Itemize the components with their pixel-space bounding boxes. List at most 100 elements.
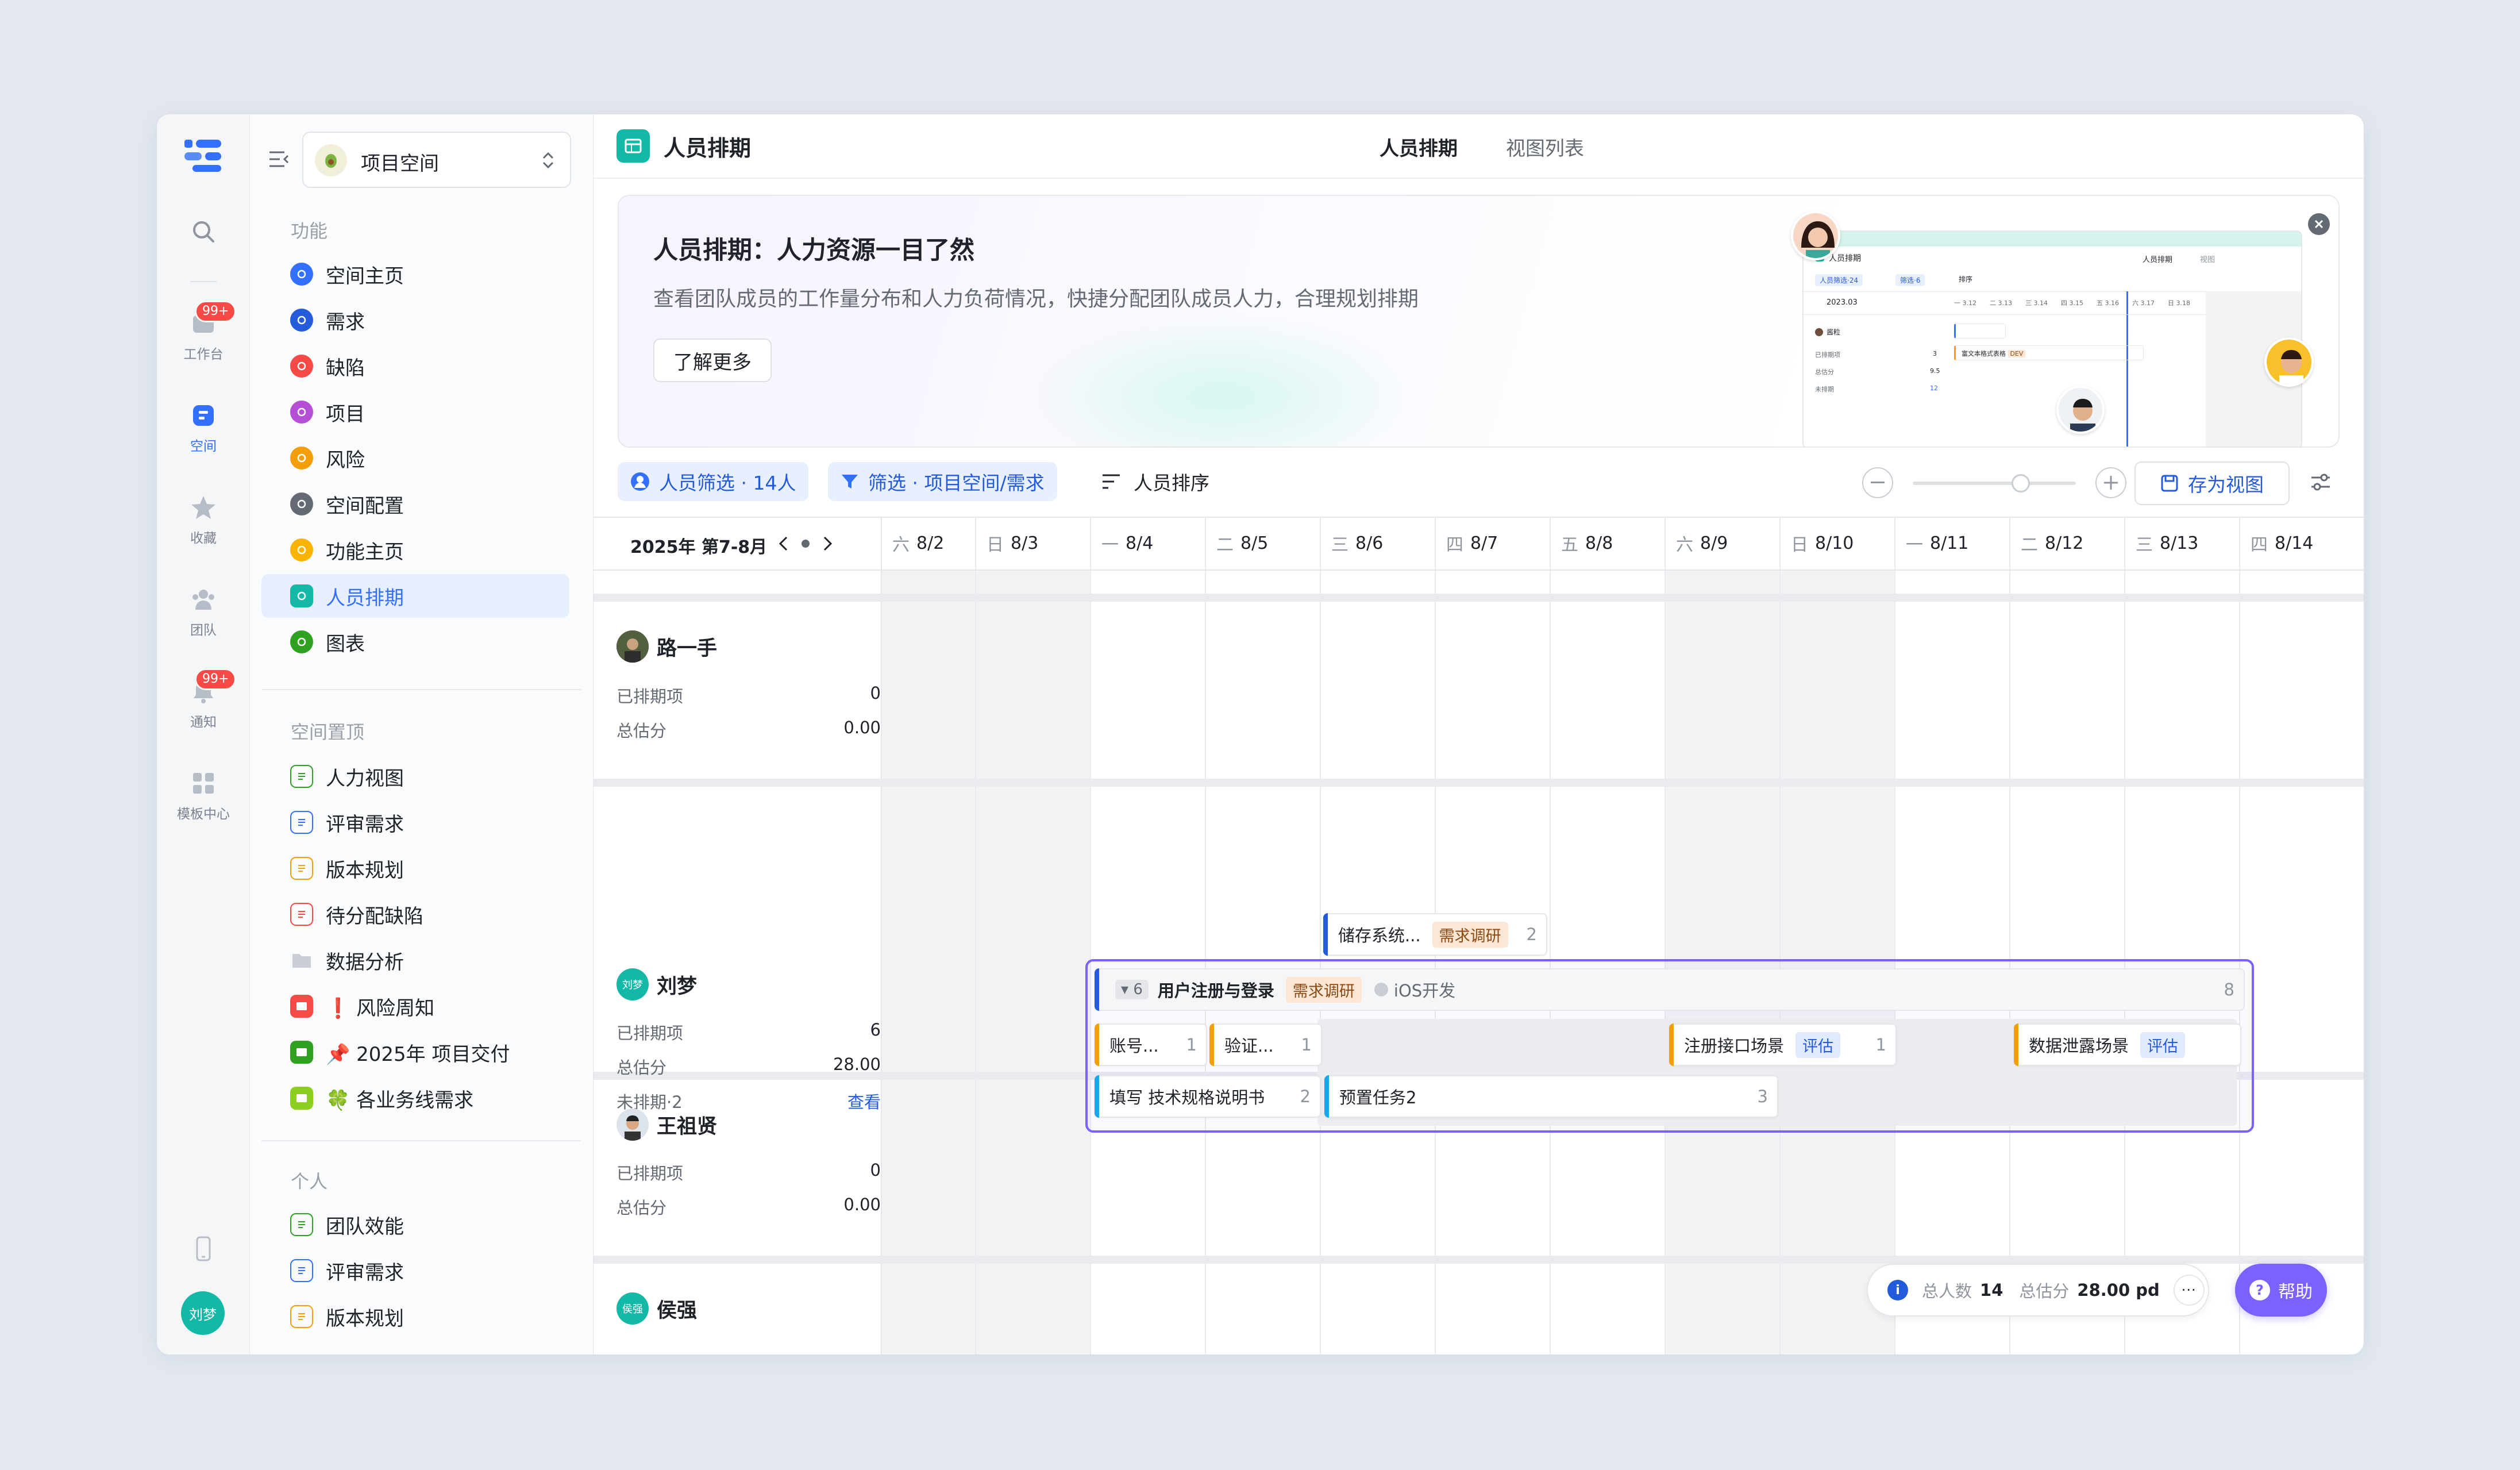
sidebar-item-func-5[interactable]: 空间配置 (261, 482, 569, 526)
sidebar-item-pinned-3[interactable]: 待分配缺陷 (261, 892, 569, 936)
next-period-icon[interactable] (820, 534, 836, 553)
sidebar-item-pinned-2[interactable]: 版本规划 (261, 846, 569, 890)
rail-label: 团队 (190, 623, 217, 638)
app-logo[interactable] (184, 138, 222, 173)
task-bar[interactable]: 验证... 1 (1209, 1023, 1322, 1066)
help-label: 帮助 (2278, 1282, 2313, 1302)
sidebar-item-func-4[interactable]: 风险 (261, 436, 569, 480)
app-window: 工作台 99+ 空间 收藏 团队 通知 99+ 模板中心 刘梦 项目空间 功能 … (157, 114, 2364, 1354)
sidebar-item-func-6[interactable]: 功能主页 (261, 528, 569, 572)
user-avatar[interactable]: 刘梦 (181, 1291, 225, 1335)
sidebar-item-func-0[interactable]: 空间主页 (261, 252, 569, 296)
prev-period-icon[interactable] (775, 534, 791, 553)
zoom-out-icon[interactable] (1862, 467, 1893, 498)
help-icon: ? (2249, 1280, 2270, 1300)
rail-notifications[interactable]: 通知 99+ (157, 668, 250, 730)
help-button[interactable]: ? 帮助 (2235, 1264, 2327, 1317)
sidebar-item-func-7[interactable]: 人员排期 (261, 574, 569, 618)
sidebar-item-personal-2[interactable]: 版本规划 (261, 1295, 569, 1338)
sidebar-item-pinned-1[interactable]: 评审需求 (261, 801, 569, 844)
today-dot-icon[interactable] (802, 540, 810, 548)
rail-team[interactable]: 团队 (157, 586, 250, 638)
date-label: 8/7 (1470, 533, 1498, 553)
sidebar-item-func-8[interactable]: 图表 (261, 620, 569, 664)
sidebar-item-func-2[interactable]: 缺陷 (261, 344, 569, 388)
stat-estimate: 总估分 28.00 (616, 1055, 881, 1079)
day-column (881, 569, 975, 1354)
stat-label: 已排期项 (616, 687, 684, 706)
task-bar[interactable]: 注册接口场景 评估 1 (1669, 1023, 1897, 1066)
zoom-slider-handle[interactable] (2012, 474, 2030, 492)
task-bar[interactable]: 账号... 1 (1095, 1023, 1207, 1066)
section-title: 个人 (291, 1171, 328, 1192)
nav-label: 版本规划 (326, 1307, 404, 1330)
nav-label: 📌 2025年 项目交付 (326, 1042, 510, 1066)
stat-scheduled: 已排期项 0 (616, 683, 881, 707)
task-bar[interactable]: 预置任务2 3 (1324, 1075, 1778, 1118)
rail-workbench[interactable]: 工作台 99+ (157, 301, 250, 363)
task-bar[interactable]: 填写 技术规格说明书 2 (1095, 1075, 1321, 1118)
preview-tab: 人员排期 (2143, 256, 2173, 264)
tab-view-list[interactable]: 视图列表 (1506, 133, 1584, 161)
search-icon[interactable] (157, 218, 250, 251)
preview-day: 五 3.16 (2097, 299, 2119, 307)
preview-chip: 排序 (1959, 275, 1973, 283)
member-filter-button[interactable]: 人员筛选 · 14人 (618, 462, 809, 501)
person-name[interactable]: 侯强 侯强 (616, 1292, 697, 1325)
zoom-in-icon[interactable] (2095, 467, 2126, 498)
rail-templates[interactable]: 模板中心 (157, 769, 250, 822)
person-name[interactable]: 刘梦 刘梦 (616, 968, 697, 1000)
date-label: 8/9 (1700, 533, 1728, 553)
close-banner-icon[interactable] (2308, 213, 2330, 235)
task-bar[interactable]: 数据泄露场景 评估 (2014, 1023, 2241, 1066)
nav-label: 需求 (326, 310, 365, 334)
sidebar-item-pinned-0[interactable]: 人力视图 (261, 755, 569, 798)
avatar (616, 1109, 649, 1141)
weekday-label: 二 (1216, 535, 1234, 555)
rail-favorites[interactable]: 收藏 (157, 494, 250, 547)
space-name: 项目空间 (361, 152, 439, 175)
sort-button[interactable]: 人员排序 (1089, 462, 1222, 501)
nav-icon (290, 263, 313, 286)
day-column (975, 569, 1090, 1354)
group-count[interactable]: ▾ 6 (1115, 980, 1149, 999)
list-view-icon (290, 1305, 313, 1328)
filter-button[interactable]: 筛选 · 项目空间/需求 (828, 462, 1057, 501)
preview-day: 二 3.13 (1990, 299, 2012, 307)
rail-label: 空间 (190, 439, 217, 454)
sidebar: 项目空间 功能 空间主页 需求 缺陷 项目 风险 空间配置 功能主页 人员排期 图表 空间置顶 … (250, 114, 594, 1354)
sidebar-item-func-1[interactable]: 需求 (261, 298, 569, 342)
sidebar-item-pinned-6[interactable]: 📌 2025年 项目交付 (261, 1030, 569, 1074)
sidebar-item-personal-1[interactable]: 评审需求 (261, 1249, 569, 1292)
save-view-button[interactable]: 存为视图 (2134, 461, 2290, 505)
person-name[interactable]: 王祖贤 (616, 1109, 717, 1141)
date-label: 8/4 (1126, 533, 1154, 553)
nav-label: 评审需求 (326, 1261, 404, 1284)
learn-more-button[interactable]: 了解更多 (653, 338, 772, 382)
weekday-label: 六 (892, 535, 910, 555)
sidebar-item-personal-0[interactable]: 团队效能 (261, 1203, 569, 1246)
day-header: 五 8/8 (1550, 517, 1664, 569)
view-unscheduled-link[interactable]: 查看 (847, 1089, 881, 1113)
tab-schedule[interactable]: 人员排期 (1380, 133, 1458, 161)
zoom-slider[interactable] (1913, 474, 2076, 492)
group-header[interactable]: ▾ 6 用户注册与登录 需求调研 iOS开发 8 (1095, 968, 2245, 1011)
space-selector[interactable]: 项目空间 (302, 132, 571, 188)
summary-label: 总人数 (1922, 1282, 1972, 1301)
collapse-sidebar-icon[interactable] (267, 148, 290, 171)
mobile-icon[interactable] (157, 1235, 250, 1268)
nav-icon (290, 401, 313, 424)
save-icon (2161, 475, 2178, 492)
settings-sliders-icon[interactable] (2309, 471, 2332, 494)
more-icon[interactable]: ··· (2173, 1275, 2205, 1306)
rail-space[interactable]: 空间 (157, 402, 250, 455)
sidebar-item-pinned-4[interactable]: 数据分析 (261, 938, 569, 982)
task-bar[interactable]: 储存系统... 需求调研 2 (1323, 913, 1547, 956)
sidebar-item-func-3[interactable]: 项目 (261, 390, 569, 434)
avatar: 侯强 (616, 1292, 649, 1325)
sidebar-item-pinned-7[interactable]: 🍀 各业务线需求 (261, 1076, 569, 1120)
weekday-label: 四 (2251, 535, 2268, 555)
sidebar-item-pinned-5[interactable]: ❗ 风险周知 (261, 984, 569, 1028)
weekday-label: 五 (1561, 535, 1578, 555)
person-name[interactable]: 路一手 (616, 630, 717, 663)
